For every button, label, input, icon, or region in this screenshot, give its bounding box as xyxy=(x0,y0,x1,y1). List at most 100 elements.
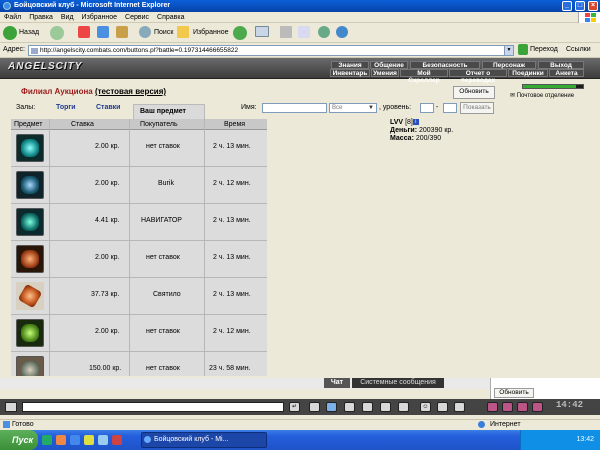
refresh-button[interactable]: Обновить xyxy=(453,86,495,99)
tab-bids[interactable]: Ставки xyxy=(96,104,121,111)
item-image[interactable] xyxy=(16,171,44,199)
chat-refresh-button[interactable]: Обновить xyxy=(494,388,534,398)
gem-icon xyxy=(21,213,39,231)
user-name[interactable]: LVV xyxy=(390,119,403,126)
page-icon xyxy=(31,48,38,54)
show-button[interactable]: Показать xyxy=(460,102,494,114)
table-row[interactable]: 4.41 кр. НАВИГАТОР 2 ч. 13 мин. xyxy=(11,204,267,241)
item-image[interactable] xyxy=(16,282,44,310)
minimize-button[interactable]: _ xyxy=(562,1,572,11)
item-image[interactable] xyxy=(16,245,44,273)
row-time: 2 ч. 13 мин. xyxy=(213,217,251,224)
address-dropdown-icon[interactable]: ▼ xyxy=(504,46,513,55)
clear-icon[interactable] xyxy=(309,402,320,412)
menu-edit[interactable]: Правка xyxy=(25,12,57,23)
user-action-icon[interactable] xyxy=(380,402,391,412)
table-row[interactable]: 2.00 кр. нет ставок 2 ч. 13 мин. xyxy=(11,241,267,278)
tab-your-item[interactable]: Ваш предмет xyxy=(133,104,205,119)
translit-icon[interactable] xyxy=(344,402,355,412)
item-image[interactable] xyxy=(16,356,44,376)
category-select[interactable]: Все ▼ xyxy=(329,103,377,113)
tab-trades[interactable]: Торги xyxy=(56,104,76,111)
send-icon[interactable]: ↵ xyxy=(289,402,300,412)
menu-help[interactable]: Справка xyxy=(153,12,188,23)
table-row[interactable]: 150.00 кр. нет ставок 23 ч. 58 мин. xyxy=(11,352,267,376)
info-icon[interactable]: i xyxy=(412,119,419,126)
level-from-input[interactable] xyxy=(420,103,434,113)
action-icon[interactable] xyxy=(532,402,543,412)
action-icon[interactable] xyxy=(487,402,498,412)
menu-tools[interactable]: Сервис xyxy=(121,12,153,23)
nav-security[interactable]: Безопасность xyxy=(410,61,480,69)
maximize-button[interactable]: □ xyxy=(575,1,585,11)
name-input[interactable] xyxy=(262,103,327,113)
favorites-button[interactable]: Избранное xyxy=(193,25,228,41)
smiley-icon[interactable]: ☺ xyxy=(420,402,431,412)
edit-icon[interactable] xyxy=(298,26,310,38)
menu-file[interactable]: Файл xyxy=(0,12,25,23)
action-icon[interactable] xyxy=(517,402,528,412)
nav-character[interactable]: Персонаж xyxy=(482,61,536,69)
menu-view[interactable]: Вид xyxy=(57,12,78,23)
start-button[interactable]: Пуск xyxy=(0,430,38,450)
level-to-input[interactable] xyxy=(443,103,457,113)
nav-exit[interactable]: Выход xyxy=(538,61,584,69)
action-icon[interactable] xyxy=(502,402,513,412)
refresh-icon[interactable] xyxy=(97,26,109,38)
item-image[interactable] xyxy=(16,208,44,236)
search-button[interactable]: Поиск xyxy=(154,25,173,41)
nav-knowledge[interactable]: Знания xyxy=(331,61,369,69)
print-icon[interactable] xyxy=(280,26,292,38)
back-button[interactable]: Назад xyxy=(19,25,39,41)
table-row[interactable]: 2.00 кр. нет ставок 2 ч. 13 мин. xyxy=(11,130,267,167)
options-icon[interactable] xyxy=(454,402,465,412)
messenger-icon[interactable] xyxy=(336,26,348,38)
user-action-icon[interactable] xyxy=(362,402,373,412)
row-buyer: нет ставок xyxy=(146,254,180,261)
nav-scroll[interactable]: Мой Скроллер xyxy=(400,69,448,84)
nav-battles[interactable]: Поединки xyxy=(508,69,548,77)
nav-transfers[interactable]: Отчет о переводах xyxy=(449,69,507,84)
quicklaunch-icon[interactable] xyxy=(98,435,108,445)
go-button[interactable]: Переход xyxy=(530,46,558,53)
tab-chat[interactable]: Чат xyxy=(324,378,350,388)
table-row[interactable]: 2.00 кр. нет ставок 2 ч. 12 мин. xyxy=(11,315,267,352)
user-action-icon[interactable] xyxy=(398,402,409,412)
forward-arrow-icon[interactable] xyxy=(50,26,64,40)
favorites-star-icon[interactable] xyxy=(177,26,189,38)
quicklaunch-icon[interactable] xyxy=(56,435,66,445)
nav-communication[interactable]: Общение xyxy=(370,61,408,69)
item-image[interactable] xyxy=(16,319,44,347)
links-button[interactable]: Ссылки xyxy=(566,46,591,53)
auction-subtitle[interactable]: (тестовая версия) xyxy=(95,87,166,96)
quicklaunch-icon[interactable] xyxy=(112,435,122,445)
chat-icon[interactable] xyxy=(5,402,17,412)
filter-icon[interactable] xyxy=(326,402,337,412)
discuss-icon[interactable] xyxy=(318,26,330,38)
taskbar-window-button[interactable]: Бойцовский клуб - Mi... xyxy=(141,432,267,448)
options-icon[interactable] xyxy=(437,402,448,412)
envelope-icon: ✉ xyxy=(510,93,516,99)
quicklaunch-icon[interactable] xyxy=(42,435,52,445)
item-image[interactable] xyxy=(16,134,44,162)
mail-icon[interactable] xyxy=(255,26,269,37)
search-icon[interactable] xyxy=(139,26,151,38)
go-arrow-icon[interactable] xyxy=(518,44,528,55)
post-office-link[interactable]: ✉ Почтовое отделение xyxy=(510,92,574,99)
history-icon[interactable] xyxy=(233,26,247,40)
nav-inventory[interactable]: Инвентарь xyxy=(330,69,370,77)
close-button[interactable]: × xyxy=(588,1,598,11)
table-row[interactable]: 2.00 кр. Burik 2 ч. 12 мин. xyxy=(11,167,267,204)
quicklaunch-icon[interactable] xyxy=(70,435,80,445)
nav-skills[interactable]: Умения xyxy=(371,69,399,77)
menu-favorites[interactable]: Избранное xyxy=(78,12,121,23)
table-row[interactable]: 37.73 кр. Святило 2 ч. 13 мин. xyxy=(11,278,267,315)
back-arrow-icon[interactable] xyxy=(3,26,17,40)
stop-icon[interactable] xyxy=(78,26,90,38)
nav-profile[interactable]: Анкета xyxy=(549,69,584,77)
chat-input[interactable] xyxy=(22,402,284,412)
address-input[interactable]: http://angelscity.combats.com/buttons.pl… xyxy=(28,45,514,56)
home-icon[interactable] xyxy=(116,26,128,38)
quicklaunch-icon[interactable] xyxy=(84,435,94,445)
tab-system-messages[interactable]: Системные сообщения xyxy=(352,378,444,388)
